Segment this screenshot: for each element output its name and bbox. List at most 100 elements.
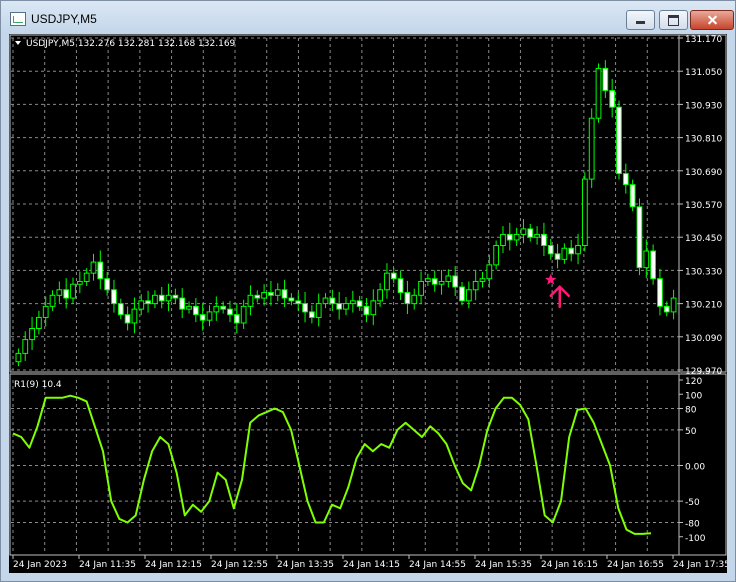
- indicator-axis-label: -100: [685, 534, 706, 544]
- candle-body: [486, 264, 493, 280]
- candle-body: [70, 283, 76, 299]
- time-axis-label: 24 Jan 14:55: [409, 560, 466, 570]
- indicator-axis-label: 0.00: [685, 463, 705, 473]
- candle-body: [595, 67, 602, 119]
- indicator-axis-label: -80: [685, 520, 700, 530]
- candle-body: [657, 278, 663, 307]
- candle-body: [527, 228, 534, 238]
- indicator-panel-frame: [9, 373, 727, 556]
- candle-body: [117, 303, 124, 316]
- price-axis-label: 130.570: [685, 201, 722, 211]
- candle-body: [438, 280, 445, 285]
- window-title: USDJPY,M5: [31, 12, 97, 26]
- price-chart-svg[interactable]: 131.170 131.050 130.930 130.810 130.690 130.5…: [9, 34, 727, 573]
- candle-body: [370, 300, 377, 316]
- price-axis-label: 131.170: [685, 35, 722, 45]
- candle-body: [609, 90, 616, 108]
- candle-body: [377, 289, 384, 302]
- candle-body: [493, 245, 500, 266]
- candle-body: [588, 117, 595, 180]
- candle-body: [663, 305, 670, 313]
- candle-body: [145, 300, 151, 305]
- candle-body: [131, 308, 138, 324]
- candle-body: [547, 245, 554, 255]
- candle-body: [431, 278, 438, 285]
- maximize-button[interactable]: [659, 10, 688, 30]
- candle-body: [581, 178, 588, 247]
- candle-body: [541, 233, 547, 247]
- price-axis-label: 130.930: [685, 101, 722, 111]
- candle-body: [445, 275, 452, 282]
- candle-body: [15, 352, 22, 363]
- candle-body: [90, 261, 97, 274]
- candle-body: [513, 233, 520, 241]
- candle-body: [172, 294, 179, 299]
- candle-body: [268, 292, 274, 296]
- title-bar[interactable]: USDJPY,M5: [1, 1, 735, 34]
- chart-header: USDJPY,M5 132.276 132.281 132.168 132.16…: [26, 39, 236, 49]
- indicator-axis-label: 80: [685, 406, 697, 416]
- candle-body: [479, 278, 486, 282]
- star-marker-icon: [545, 273, 557, 285]
- candle-body: [213, 305, 220, 313]
- app-chart-icon: [10, 12, 26, 26]
- candle-body: [308, 311, 315, 318]
- candle-body: [636, 206, 643, 269]
- indicator-axis-label: 50: [685, 427, 697, 437]
- candle-body: [63, 289, 70, 299]
- time-axis-label: 24 Jan 11:35: [79, 560, 136, 570]
- candle-body: [124, 314, 131, 324]
- time-axis-label: 24 Jan 14:15: [343, 560, 400, 570]
- indicator-label: R1(9) 10.4: [14, 380, 62, 390]
- price-axis-label: 130.210: [685, 301, 722, 311]
- candle-body: [670, 297, 677, 313]
- candle-body: [322, 297, 329, 305]
- candle-body: [425, 278, 431, 282]
- candle-body: [404, 292, 411, 305]
- price-axis-label: 129.970: [685, 367, 722, 377]
- candle-body: [465, 289, 472, 302]
- candle-body: [452, 275, 459, 288]
- candle-body: [554, 253, 561, 260]
- candle-body: [643, 250, 650, 269]
- candle-body: [500, 233, 506, 247]
- minimize-button[interactable]: [626, 10, 655, 30]
- candle-body: [534, 233, 540, 238]
- candle-body: [199, 314, 206, 321]
- price-axis-label: 131.050: [685, 68, 722, 78]
- candle-body: [343, 303, 349, 310]
- candle-body: [220, 305, 227, 310]
- indicator-axis-label: 100: [685, 391, 702, 401]
- candle-body: [158, 294, 165, 302]
- candle-body: [83, 272, 90, 282]
- candle-body: [629, 184, 636, 208]
- price-axis-label: 130.450: [685, 234, 722, 244]
- candle-body: [254, 294, 261, 299]
- candle-body: [506, 233, 513, 241]
- candle-body: [138, 300, 145, 310]
- candle-body: [418, 280, 424, 296]
- candle-body: [650, 250, 657, 280]
- candle-body: [295, 300, 302, 305]
- candle-body: [165, 294, 172, 302]
- candle-body: [111, 289, 117, 305]
- candle-body: [397, 278, 404, 294]
- dropdown-triangle-icon: [15, 41, 21, 45]
- candle-body: [616, 106, 622, 175]
- time-axis-label: 24 Jan 2023: [13, 560, 67, 570]
- time-axis-label: 24 Jan 15:35: [475, 560, 532, 570]
- candle-body: [336, 303, 343, 310]
- candle-body: [97, 261, 104, 280]
- candle-body: [622, 173, 629, 186]
- time-axis-label: 24 Jan 16:15: [541, 560, 598, 570]
- price-axis-label: 130.090: [685, 334, 722, 344]
- indicator-axis-label: 120: [685, 377, 702, 387]
- candle-body: [240, 305, 247, 324]
- time-axis-label: 24 Jan 12:15: [145, 560, 202, 570]
- chart-area[interactable]: 131.170 131.050 130.930 130.810 130.690 130.5…: [9, 34, 727, 573]
- candle-body: [152, 294, 158, 305]
- indicator-line: [12, 394, 652, 535]
- close-button[interactable]: [690, 10, 734, 30]
- candle-body: [227, 308, 233, 316]
- candle-body: [281, 289, 288, 299]
